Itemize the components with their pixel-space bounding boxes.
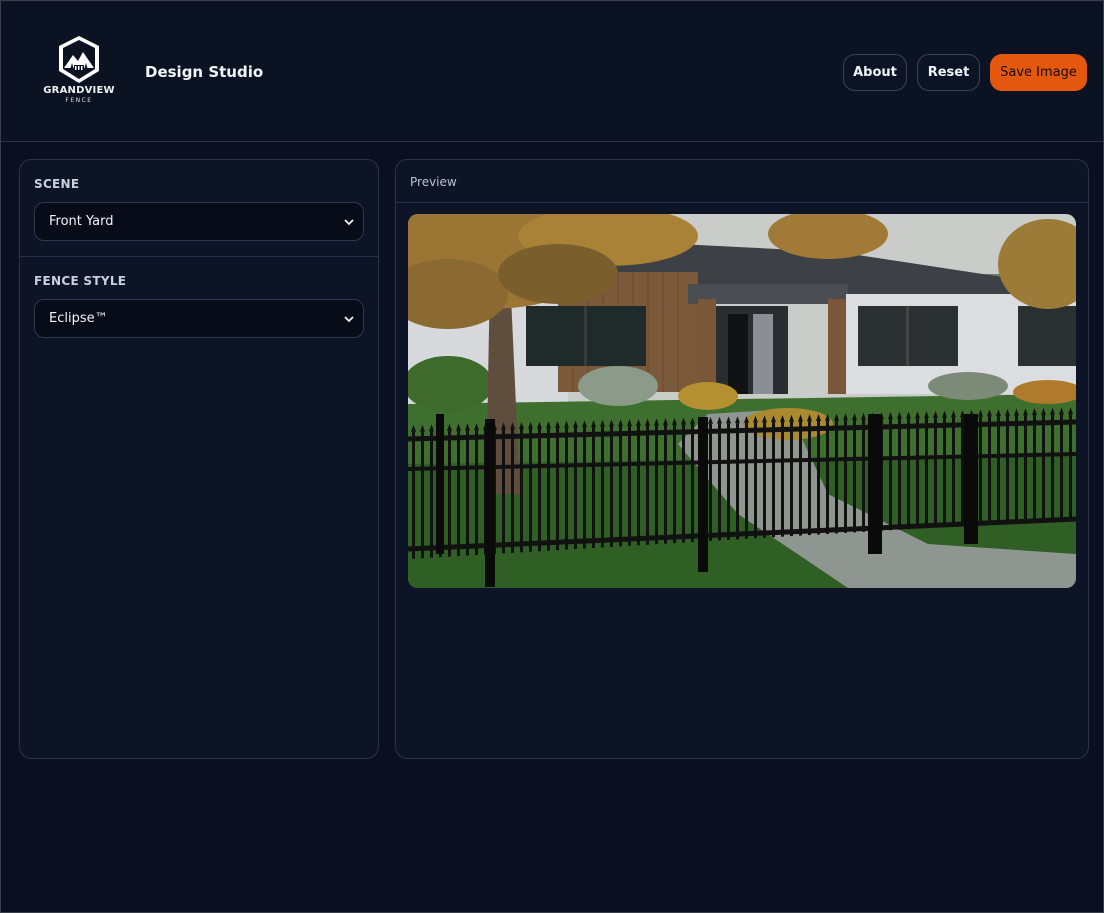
scene-label: SCENE xyxy=(34,177,80,191)
chevron-down-icon xyxy=(344,219,354,226)
logo-sub-text: FENCE xyxy=(65,97,93,104)
grandview-logo[interactable]: GRANDVIEW FENCE xyxy=(39,33,119,109)
scene-select[interactable]: Front Yard xyxy=(34,202,364,241)
preview-divider xyxy=(396,202,1088,203)
about-button[interactable]: About xyxy=(843,54,907,91)
reset-button[interactable]: Reset xyxy=(917,54,980,91)
section-divider xyxy=(20,256,378,257)
fence-style-select[interactable]: Eclipse™ xyxy=(34,299,364,338)
options-panel: SCENE Front Yard FENCE STYLE Eclipse™ xyxy=(19,159,379,759)
fence-style-label: FENCE STYLE xyxy=(34,274,127,288)
app-header: GRANDVIEW FENCE Design Studio About Rese… xyxy=(1,1,1103,142)
house-fence-scene-icon xyxy=(408,214,1076,588)
preview-label: Preview xyxy=(410,175,457,189)
preview-image xyxy=(408,214,1076,588)
scene-select-value: Front Yard xyxy=(49,214,114,229)
chevron-down-icon xyxy=(344,316,354,323)
fence-style-select-value: Eclipse™ xyxy=(49,311,108,326)
logo-brand-text: GRANDVIEW xyxy=(43,85,115,96)
save-image-button[interactable]: Save Image xyxy=(990,54,1087,91)
preview-panel: Preview xyxy=(395,159,1089,759)
logo-mountain-icon xyxy=(59,36,99,83)
page-title: Design Studio xyxy=(145,63,264,81)
